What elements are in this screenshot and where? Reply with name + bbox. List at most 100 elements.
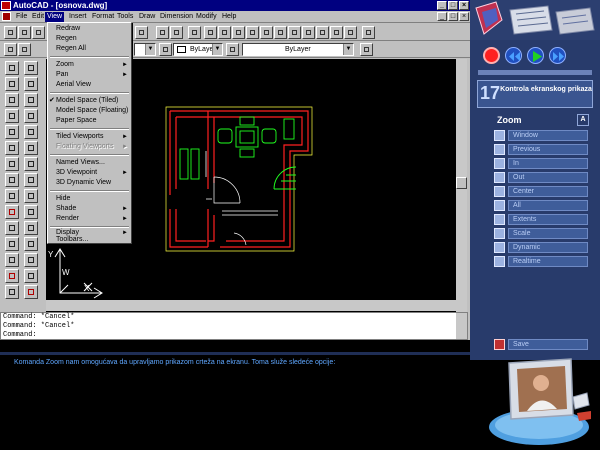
rewind-button[interactable] [505,47,522,64]
inquiry-icon[interactable] [274,26,287,39]
help-icon[interactable] [362,26,375,39]
make-block-icon[interactable] [5,221,19,235]
zoom-option-scale[interactable]: Scale [494,228,590,239]
chamfer-icon[interactable] [24,253,38,267]
horizontal-scrollbar[interactable] [46,300,456,311]
menu-insert[interactable]: Insert [67,12,89,22]
fillet-icon[interactable] [24,269,38,283]
trim-icon[interactable] [24,205,38,219]
chevron-down-icon[interactable]: ▼ [343,44,353,55]
region-icon[interactable] [5,269,19,283]
vertical-scrollbar[interactable] [456,59,467,312]
view-menu-item-regen-all[interactable]: Regen All [48,44,131,54]
doc-close-button[interactable]: × [459,12,469,21]
new-file-icon[interactable] [4,26,17,39]
document-icon[interactable] [2,12,11,21]
section-help-button[interactable]: A [577,114,589,126]
rectangle-icon[interactable] [5,125,19,139]
view-menu-item-model-space-floating[interactable]: Model Space (Floating) [48,106,131,116]
maximize-button[interactable]: □ [448,1,458,10]
cut-icon[interactable] [135,26,148,39]
chevron-down-icon[interactable]: ▼ [212,44,222,55]
construction-line-icon[interactable] [5,77,19,91]
polyline-icon[interactable] [5,93,19,107]
command-line-window[interactable]: Command: *Cancel* Command: *Cancel* Comm… [0,312,468,340]
zoom-option-extents[interactable]: Extents [494,214,590,225]
menu-modify[interactable]: Modify [194,12,219,22]
polygon-icon[interactable] [5,109,19,123]
layers-icon[interactable] [4,43,17,56]
color-icon[interactable] [159,43,172,56]
doc-restore-button[interactable]: □ [448,12,458,21]
erase-icon[interactable] [24,61,38,75]
scale-icon[interactable] [24,173,38,187]
save-file-icon[interactable] [32,26,45,39]
offset-icon[interactable] [24,109,38,123]
arc-icon[interactable] [5,141,19,155]
pan-icon[interactable] [302,26,315,39]
view-menu-item-tiled-viewports[interactable]: Tiled Viewports ► [48,132,131,142]
linetype-icon[interactable] [226,43,239,56]
menu-draw[interactable]: Draw [137,12,157,22]
line-icon[interactable] [5,61,19,75]
ellipse-icon[interactable] [5,189,19,203]
insert-block-icon[interactable] [5,205,19,219]
menu-edit[interactable]: Edit [30,12,46,22]
redo-icon[interactable] [170,26,183,39]
layer-combo[interactable]: 0 ▼ [134,43,156,56]
save-button[interactable]: Save [494,339,590,350]
view-menu-item-shade[interactable]: Shade ► [48,204,131,214]
zoom-window-icon[interactable] [330,26,343,39]
view-menu-item-aerial-view[interactable]: Aerial View [48,80,131,90]
ortho-icon[interactable] [232,26,245,39]
zoom-realtime-icon[interactable] [316,26,329,39]
copy-icon[interactable] [24,77,38,91]
layer-state-icon[interactable] [18,43,31,56]
autocad-app-icon[interactable] [1,1,11,10]
view-menu-item-regen[interactable]: Regen [48,34,131,44]
point-icon[interactable] [5,237,19,251]
view-menu-item-pan[interactable]: Pan ► [48,70,131,80]
close-button[interactable]: × [459,1,469,10]
view-menu-item-paper-space[interactable]: Paper Space [48,116,131,126]
hyperlink-icon[interactable] [188,26,201,39]
open-file-icon[interactable] [18,26,31,39]
zoom-option-dynamic[interactable]: Dynamic [494,242,590,253]
rotate-icon[interactable] [24,157,38,171]
view-menu-item-toolbars[interactable]: Toolbars... [48,235,131,244]
zoom-option-all[interactable]: All [494,200,590,211]
linetype-combo[interactable]: ByLayer ▼ [242,43,354,56]
zoom-option-center[interactable]: Center [494,186,590,197]
command-scrollbar[interactable] [456,313,467,339]
menu-dimension[interactable]: Dimension [158,12,195,22]
vertical-scroll-thumb[interactable] [456,177,467,189]
zoom-option-out[interactable]: Out [494,172,590,183]
ucs-icon[interactable] [260,26,273,39]
view-menu-item-named-views[interactable]: Named Views... [48,158,131,168]
forward-button[interactable] [549,47,566,64]
move-icon[interactable] [24,141,38,155]
stretch-icon[interactable] [24,189,38,203]
menu-file[interactable]: File [14,12,29,22]
zoom-option-previous[interactable]: Previous [494,144,590,155]
osnap-icon[interactable] [246,26,259,39]
zoom-option-window[interactable]: Window [494,130,590,141]
view-menu-item-3d-viewpoint[interactable]: 3D Viewpoint ► [48,168,131,178]
zoom-previous-icon[interactable] [344,26,357,39]
menu-tools[interactable]: Tools [115,12,135,22]
view-menu-item-3d-dynamic-view[interactable]: 3D Dynamic View [48,178,131,188]
circle-icon[interactable] [5,157,19,171]
explode-icon[interactable] [24,285,38,299]
zoom-option-in[interactable]: In [494,158,590,169]
menu-view[interactable]: View [45,12,65,22]
menu-help[interactable]: Help [220,12,238,22]
view-menu-item-redraw[interactable]: Redraw [48,24,131,34]
text-icon[interactable] [5,285,19,299]
properties-icon[interactable] [360,43,373,56]
view-menu-item-hide[interactable]: Hide [48,194,131,204]
redraw-icon[interactable] [288,26,301,39]
minimize-button[interactable]: _ [437,1,447,10]
record-button[interactable] [483,47,500,64]
array-icon[interactable] [24,125,38,139]
lesson-progress-bar[interactable] [478,70,592,75]
